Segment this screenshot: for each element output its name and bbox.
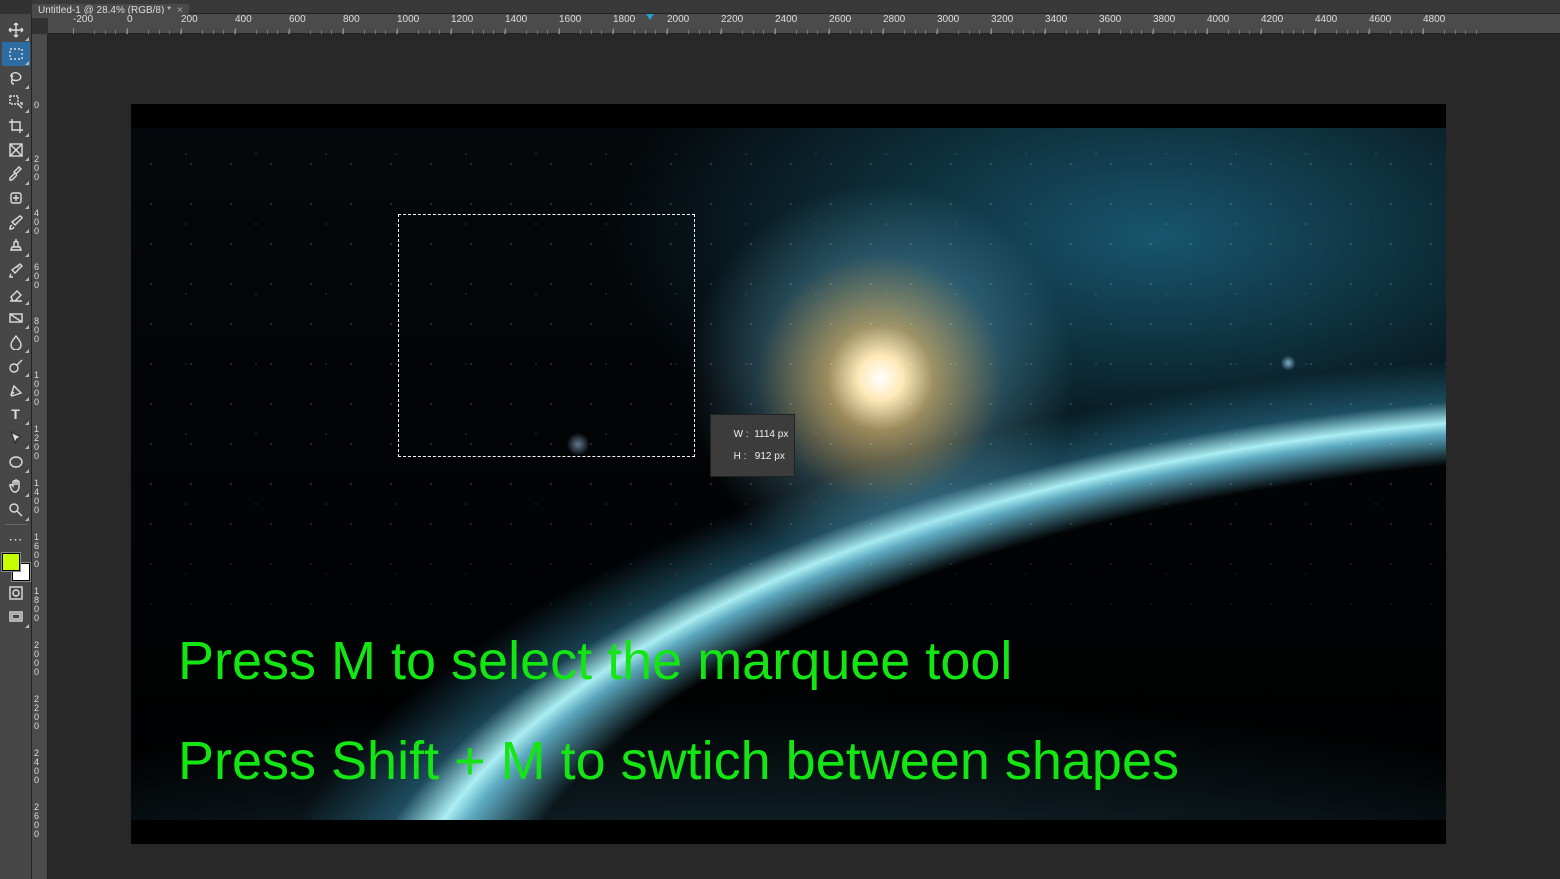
ruler-tick: 800 — [34, 317, 39, 344]
ruler-tick: 4800 — [1423, 14, 1445, 25]
ruler-tick: 1600 — [559, 14, 581, 25]
ruler-tick: 3400 — [1045, 14, 1067, 25]
eyedropper-tool[interactable] — [2, 162, 30, 186]
ruler-tick: 2600 — [34, 803, 39, 839]
ruler-tick: 3200 — [991, 14, 1013, 25]
tooltip-h-label: H : — [734, 451, 747, 462]
ruler-tick: 1600 — [34, 533, 39, 569]
zoom-tool[interactable] — [2, 498, 30, 522]
ruler-tick: 1200 — [451, 14, 473, 25]
type-tool[interactable]: T — [2, 402, 30, 426]
ruler-tick: 2000 — [34, 641, 39, 677]
horizontal-ruler[interactable]: -200 0 200 400 600 800 1000 1200 1400 1600 1800 200… — [48, 14, 1560, 34]
letterbox — [131, 820, 1446, 844]
ruler-tick: 2000 — [667, 14, 689, 25]
document-tab-bar: Untitled-1 @ 28.4% (RGB/8) * × — [32, 0, 1560, 14]
ruler-tick: 4000 — [1207, 14, 1229, 25]
move-tool[interactable] — [2, 18, 30, 42]
frame-tool[interactable] — [2, 138, 30, 162]
tutorial-overlay-line: Press M to select the marquee tool — [178, 630, 1012, 692]
gradient-tool[interactable] — [2, 306, 30, 330]
tooltip-h-value: 912 px — [755, 451, 785, 462]
document-canvas[interactable]: W : 1114 px H : 912 px Press M to select… — [131, 104, 1446, 844]
rectangular-marquee-tool[interactable] — [2, 42, 30, 66]
ruler-tick: 2200 — [721, 14, 743, 25]
ruler-tick: 1000 — [397, 14, 419, 25]
clone-stamp-tool[interactable] — [2, 234, 30, 258]
ruler-tick: 200 — [181, 14, 198, 25]
ruler-tick: 3800 — [1153, 14, 1175, 25]
ruler-tick: 4200 — [1261, 14, 1283, 25]
lasso-tool[interactable] — [2, 66, 30, 90]
foreground-color-swatch[interactable] — [2, 553, 20, 571]
ruler-tick: 1200 — [34, 425, 39, 461]
ruler-tick: 200 — [34, 155, 39, 182]
healing-brush-tool[interactable] — [2, 186, 30, 210]
crop-tool[interactable] — [2, 114, 30, 138]
toolbox: T⋯ — [0, 14, 32, 879]
ruler-tick: -200 — [73, 14, 93, 25]
ruler-tick: 2400 — [34, 749, 39, 785]
color-swatches[interactable] — [2, 553, 30, 581]
ruler-tick: 2800 — [883, 14, 905, 25]
selection-size-tooltip: W : 1114 px H : 912 px — [710, 414, 795, 477]
ruler-tick: 2200 — [34, 695, 39, 731]
ruler-tick: 1400 — [34, 479, 39, 515]
letterbox — [131, 104, 1446, 128]
ruler-tick: 600 — [34, 263, 39, 290]
tooltip-w-value: 1114 px — [754, 429, 788, 440]
ruler-tick: 400 — [34, 209, 39, 236]
ruler-tick: 4600 — [1369, 14, 1391, 25]
ruler-tick: 1400 — [505, 14, 527, 25]
ellipse-shape-tool[interactable] — [2, 450, 30, 474]
vertical-ruler[interactable]: 0 200 400 600 800 1000 1200 1400 1600 1800 2000 220… — [32, 34, 48, 879]
edit-toolbar-button[interactable]: ⋯ — [2, 527, 30, 551]
tooltip-w-label: W : — [734, 429, 749, 440]
brush-tool[interactable] — [2, 210, 30, 234]
ruler-tick: 3000 — [937, 14, 959, 25]
history-brush-tool[interactable] — [2, 258, 30, 282]
ruler-tick: 600 — [289, 14, 306, 25]
ruler-tick: 400 — [235, 14, 252, 25]
hand-tool[interactable] — [2, 474, 30, 498]
ruler-tick: 4400 — [1315, 14, 1337, 25]
eraser-tool[interactable] — [2, 282, 30, 306]
ruler-tick: 2600 — [829, 14, 851, 25]
screen-mode-button[interactable] — [2, 605, 30, 629]
ruler-tick: 1800 — [34, 587, 39, 623]
ruler-position-caret — [646, 14, 654, 20]
pen-tool[interactable] — [2, 378, 30, 402]
selection-marquee[interactable] — [398, 214, 695, 457]
canvas-viewport[interactable]: W : 1114 px H : 912 px Press M to select… — [48, 34, 1560, 879]
ruler-tick: 2400 — [775, 14, 797, 25]
dodge-tool[interactable] — [2, 354, 30, 378]
ruler-tick: 1000 — [34, 371, 39, 407]
quick-mask-mode-button[interactable] — [2, 581, 30, 605]
ruler-tick: 800 — [343, 14, 360, 25]
ruler-tick: 0 — [127, 14, 133, 25]
quick-selection-tool[interactable] — [2, 90, 30, 114]
blur-tool[interactable] — [2, 330, 30, 354]
tutorial-overlay-line: Press Shift + M to swtich between shapes — [178, 730, 1179, 792]
ruler-tick: 3600 — [1099, 14, 1121, 25]
ruler-tick: 0 — [34, 101, 39, 110]
path-selection-tool[interactable] — [2, 426, 30, 450]
ruler-tick: 1800 — [613, 14, 635, 25]
